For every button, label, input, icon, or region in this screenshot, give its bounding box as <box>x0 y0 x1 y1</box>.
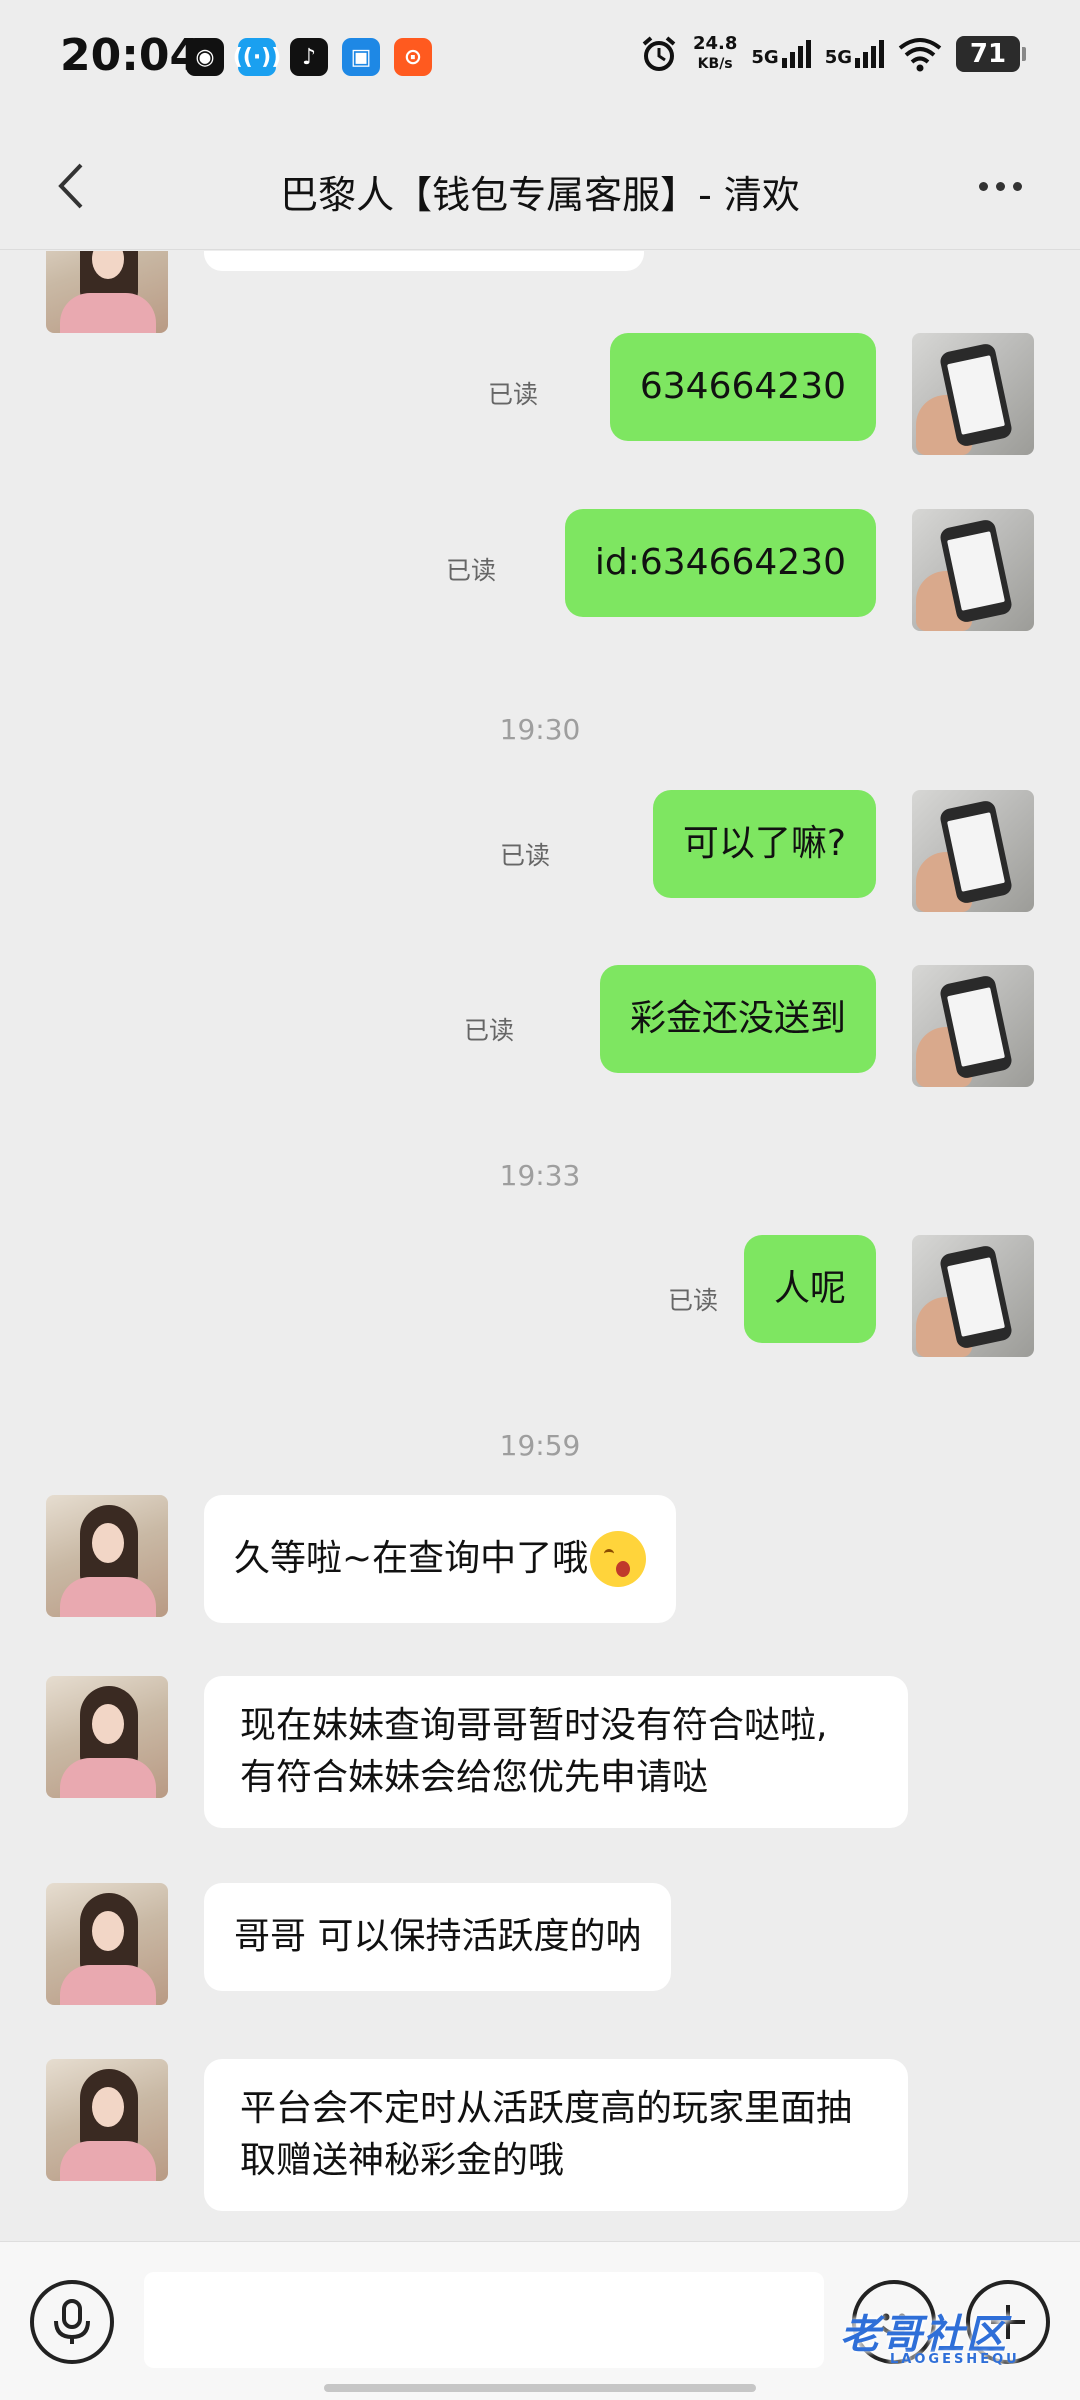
read-receipt: 已读 <box>499 841 550 870</box>
status-indicators: 24.8 KB/s 5G 5G 71 <box>639 34 1026 74</box>
notification-icons: ◉ ((·)) ♪ ▣ ⊙ <box>186 38 432 76</box>
signal-bars-icon <box>855 40 884 68</box>
message-input[interactable] <box>144 2272 824 2368</box>
network-speed-unit: KB/s <box>697 56 733 72</box>
contact-avatar[interactable] <box>46 1495 168 1617</box>
message-timestamp: 19:33 <box>499 1159 581 1192</box>
message-row: 已读 634664230 <box>0 333 1080 457</box>
message-bubble-sent[interactable]: 可以了嘛? <box>652 790 876 898</box>
wifi-icon <box>898 38 942 72</box>
message-row: 平台会不定时从活跃度高的玩家里面抽 取赠送神秘彩金的哦 <box>0 2059 1080 2219</box>
message-bubble-received[interactable]: 现在妹妹查询哥哥暂时没有符合哒啦, 有符合妹妹会给您优先申请哒 <box>204 1676 908 1828</box>
more-dot <box>1012 181 1022 191</box>
message-row: 已读 人呢 <box>0 1225 1080 1357</box>
my-avatar[interactable] <box>912 333 1034 455</box>
watermark-subtext: LAOGESHEQU <box>890 2352 1020 2367</box>
read-receipt: 已读 <box>463 1016 514 1045</box>
read-receipt: 已读 <box>445 556 496 585</box>
microphone-icon <box>54 2299 90 2344</box>
my-avatar[interactable] <box>912 965 1034 1087</box>
message-timestamp: 19:30 <box>499 713 581 746</box>
message-line: 取赠送神秘彩金的哦 <box>240 2140 565 2181</box>
message-bubble-received[interactable]: 久等啦~在查询中了哦 <box>204 1495 677 1623</box>
my-avatar[interactable] <box>912 1235 1034 1357</box>
more-dot <box>995 181 1005 191</box>
message-row: 已读 彩金还没送到 <box>0 955 1080 1087</box>
contact-avatar[interactable] <box>46 251 168 333</box>
status-bar: 20:04 ◉ ((·)) ♪ ▣ ⊙ 24.8 KB/s 5G 5G 71 <box>0 0 1080 120</box>
message-bubble-received[interactable]: 哥哥 可以保持活跃度的呐 <box>204 1883 672 1991</box>
signal-sim2: 5G <box>825 40 884 68</box>
message-line: 有符合妹妹会给您优先申请哒 <box>240 1757 709 1798</box>
my-avatar[interactable] <box>912 509 1034 631</box>
my-avatar[interactable] <box>912 790 1034 912</box>
qq-icon: ◉ <box>186 38 224 76</box>
contact-avatar[interactable] <box>46 1883 168 2005</box>
message-bubble-sent[interactable]: id:634664230 <box>564 509 876 617</box>
contact-avatar[interactable] <box>46 2059 168 2181</box>
yawning-face-emoji-icon <box>590 1531 647 1587</box>
network-type-label: 5G <box>751 47 779 68</box>
home-indicator[interactable] <box>324 2384 756 2392</box>
message-app-icon: ▣ <box>342 38 380 76</box>
more-options-button[interactable] <box>960 156 1040 216</box>
signal-sim1: 5G <box>751 40 811 68</box>
alarm-icon <box>642 36 676 71</box>
voice-input-button[interactable] <box>30 2280 114 2364</box>
message-row: 已读 id:634664230 <box>0 509 1080 633</box>
message-line: 平台会不定时从活跃度高的玩家里面抽 <box>240 2088 853 2129</box>
battery-indicator: 71 <box>956 36 1026 72</box>
kuaishou-icon: ⊙ <box>394 38 432 76</box>
read-receipt: 已读 <box>667 1286 718 1315</box>
message-text: 久等啦~在查询中了哦 <box>234 1538 589 1579</box>
message-row: 哥哥 可以保持活跃度的呐 <box>0 1883 1080 2005</box>
wifi-helper-icon: ((·)) <box>233 38 281 76</box>
message-bubble-sent[interactable]: 634664230 <box>609 333 876 441</box>
signal-bars-icon <box>781 40 811 68</box>
chat-header: 巴黎人【钱包专属客服】- 清欢 <box>0 120 1080 250</box>
message-row: 久等啦~在查询中了哦 <box>0 1495 1080 1625</box>
back-button[interactable] <box>40 156 100 216</box>
tiktok-icon: ♪ <box>290 38 328 76</box>
message-bubble-received[interactable]: 平台会不定时从活跃度高的玩家里面抽 取赠送神秘彩金的哦 <box>204 2059 908 2211</box>
message-row: 现在妹妹查询哥哥暂时没有符合哒啦, 有符合妹妹会给您优先申请哒 <box>0 1676 1080 1836</box>
message-timestamp: 19:59 <box>499 1429 581 1462</box>
contact-avatar[interactable] <box>46 1676 168 1798</box>
more-dot <box>978 181 988 191</box>
chat-messages[interactable]: 已读 634664230 已读 id:634664230 19:30 已读 可以… <box>0 251 1080 2241</box>
read-receipt: 已读 <box>487 380 538 409</box>
status-time: 20:04 <box>60 30 201 81</box>
message-bubble-partial[interactable] <box>204 251 644 271</box>
chat-title: 巴黎人【钱包专属客服】- 清欢 <box>280 173 800 217</box>
network-speed-value: 24.8 <box>692 33 738 54</box>
network-type-label: 5G <box>824 47 852 68</box>
message-bubble-sent[interactable]: 彩金还没送到 <box>599 965 876 1073</box>
message-bubble-sent[interactable]: 人呢 <box>743 1235 876 1343</box>
chevron-left-icon <box>58 163 83 209</box>
network-speed: 24.8 KB/s <box>693 34 737 74</box>
watermark-logo: 老哥社区 LAOGESHEQU <box>840 2302 1070 2367</box>
message-line: 现在妹妹查询哥哥暂时没有符合哒啦, <box>240 1705 828 1746</box>
message-row: 已读 可以了嘛? <box>0 780 1080 912</box>
